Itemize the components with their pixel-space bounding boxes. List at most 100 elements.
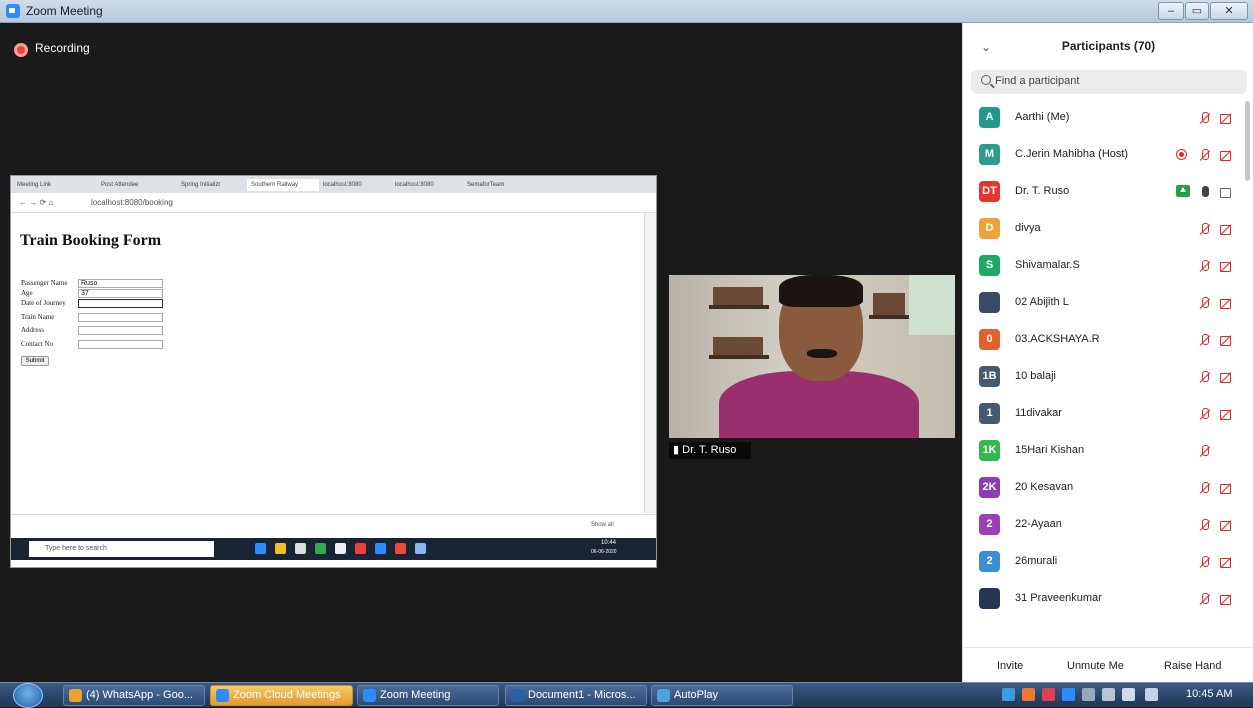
microphone-muted-icon xyxy=(1197,222,1213,236)
avatar: S xyxy=(979,255,1000,276)
participant-row[interactable]: M C.Jerin Mahibha (Host) xyxy=(963,138,1241,175)
tray-icon[interactable] xyxy=(1062,688,1075,701)
microphone-muted-icon xyxy=(1197,148,1213,162)
bookshelf xyxy=(869,315,909,319)
taskbar-item-label: (4) WhatsApp - Goo... xyxy=(86,689,193,701)
speaker-video[interactable] xyxy=(669,275,955,438)
participant-name: 22-Ayaan xyxy=(1015,518,1062,530)
background-window-strip xyxy=(644,213,656,513)
avatar: 1K xyxy=(979,440,1000,461)
unmute-me-button[interactable]: Unmute Me xyxy=(1063,656,1128,676)
avatar: 2 xyxy=(979,551,1000,572)
avatar: A xyxy=(979,107,1000,128)
books xyxy=(713,337,763,355)
recording-label: Recording xyxy=(35,41,90,55)
microphone-muted-icon xyxy=(1197,444,1213,458)
maximize-button[interactable]: ▭ xyxy=(1185,2,1209,20)
form-title: Train Booking Form xyxy=(20,232,162,249)
taskbar-app-icon xyxy=(335,543,346,554)
participant-row[interactable]: 31 Praveenkumar xyxy=(963,582,1241,619)
participant-row[interactable]: 2 26murali xyxy=(963,545,1241,582)
participant-search-input[interactable]: Find a participant xyxy=(971,70,1247,94)
taskbar-clock[interactable]: 10:45 AM xyxy=(1186,688,1232,700)
participants-panel: ⌄ Participants (70) Find a participant A… xyxy=(962,23,1253,682)
microphone-muted-icon xyxy=(1197,111,1213,125)
taskbar-item-zoom-meeting[interactable]: Zoom Meeting xyxy=(357,685,499,706)
microphone-muted-icon xyxy=(1197,407,1213,421)
volume-icon[interactable] xyxy=(1122,688,1135,701)
participant-list-scrollbar[interactable] xyxy=(1245,101,1250,181)
taskbar-app-icon xyxy=(395,543,406,554)
participant-row[interactable]: S Shivamalar.S xyxy=(963,249,1241,286)
screen-share-icon xyxy=(1176,185,1190,197)
participant-name: divya xyxy=(1015,222,1041,234)
taskbar-item-document1[interactable]: Document1 - Micros... xyxy=(505,685,647,706)
tray-icon[interactable] xyxy=(1042,688,1055,701)
field-label: Passenger Name xyxy=(21,279,68,287)
field-label: Train Name xyxy=(21,313,55,321)
participant-row[interactable]: DT Dr. T. Ruso xyxy=(963,175,1241,212)
close-button[interactable]: ✕ xyxy=(1210,2,1248,20)
taskbar-app-icon xyxy=(275,543,286,554)
participant-row[interactable]: 1 11divakar xyxy=(963,397,1241,434)
books xyxy=(713,287,763,305)
participant-name: 26murali xyxy=(1015,555,1058,567)
participant-row[interactable]: 1K 15Hari Kishan xyxy=(963,434,1241,471)
video-off-icon xyxy=(1218,407,1234,421)
browser-tab: Spring Initializr xyxy=(181,182,221,188)
zoom-icon xyxy=(216,689,229,702)
participant-row[interactable]: 0 03.ACKSHAYA.R xyxy=(963,323,1241,360)
invite-button[interactable]: Invite xyxy=(993,656,1027,676)
address-input xyxy=(78,326,163,335)
network-icon[interactable] xyxy=(1102,688,1115,701)
video-off-icon xyxy=(1218,481,1234,495)
recording-status-icon xyxy=(1176,149,1187,160)
video-off-icon xyxy=(1218,555,1234,569)
word-icon xyxy=(511,689,524,702)
participant-name: Aarthi (Me) xyxy=(1015,111,1070,123)
taskbar-item-whatsapp[interactable]: (4) WhatsApp - Goo... xyxy=(63,685,205,706)
taskbar-app-icon xyxy=(255,543,266,554)
video-name-text: Dr. T. Ruso xyxy=(682,444,737,456)
taskbar-app-icon xyxy=(295,543,306,554)
participant-name: 10 balaji xyxy=(1015,370,1056,382)
url-text: localhost:8080/booking xyxy=(91,198,173,207)
browser-tab: Post Attendee xyxy=(101,182,139,188)
chrome-icon xyxy=(69,689,82,702)
minimize-button[interactable]: ‒ xyxy=(1158,2,1184,20)
avatar: 2K xyxy=(979,477,1000,498)
microphone-muted-icon xyxy=(1197,333,1213,347)
avatar xyxy=(979,588,1000,609)
taskbar-item-autoplay[interactable]: AutoPlay xyxy=(651,685,793,706)
action-center-icon[interactable] xyxy=(1145,688,1158,701)
participant-row[interactable]: Ddivya xyxy=(963,212,1241,249)
taskbar-app-icon xyxy=(375,543,386,554)
participant-row[interactable]: 2K 20 Kesavan xyxy=(963,471,1241,508)
browser-tab: localhost:8080 xyxy=(395,182,434,188)
speaker-shirt xyxy=(719,371,919,438)
participant-row[interactable]: A Aarthi (Me) xyxy=(963,101,1241,138)
shared-screen[interactable]: Meeting Link Post Attendee Spring Initia… xyxy=(10,175,657,568)
participant-row[interactable]: 1B 10 balaji xyxy=(963,360,1241,397)
taskbar-item-label: Zoom Cloud Meetings xyxy=(233,689,341,701)
search-icon xyxy=(981,75,991,85)
raise-hand-button[interactable]: Raise Hand xyxy=(1160,656,1225,676)
participant-name: 03.ACKSHAYA.R xyxy=(1015,333,1100,345)
participant-row[interactable]: 02 Abijith L xyxy=(963,286,1241,323)
microphone-muted-icon xyxy=(1197,555,1213,569)
participant-list: A Aarthi (Me) M C.Jerin Mahibha (Host) DT Dr.… xyxy=(963,101,1241,657)
search-placeholder: Find a participant xyxy=(995,75,1080,87)
speaker-mustache xyxy=(807,349,837,358)
tray-icon[interactable] xyxy=(1022,688,1035,701)
participant-row[interactable]: 2 22-Ayaan xyxy=(963,508,1241,545)
microphone-muted-icon xyxy=(1197,518,1213,532)
download-bar: Show all xyxy=(11,514,656,536)
avatar: 1B xyxy=(979,366,1000,387)
tray-icon[interactable] xyxy=(1082,688,1095,701)
microphone-icon xyxy=(1197,185,1213,199)
start-button[interactable] xyxy=(13,683,43,708)
tray-icon[interactable] xyxy=(1002,688,1015,701)
taskbar-item-label: AutoPlay xyxy=(674,689,719,701)
taskbar-item-zoom-cloud-meetings[interactable]: Zoom Cloud Meetings xyxy=(210,685,353,706)
participants-header: ⌄ Participants (70) xyxy=(963,23,1253,71)
